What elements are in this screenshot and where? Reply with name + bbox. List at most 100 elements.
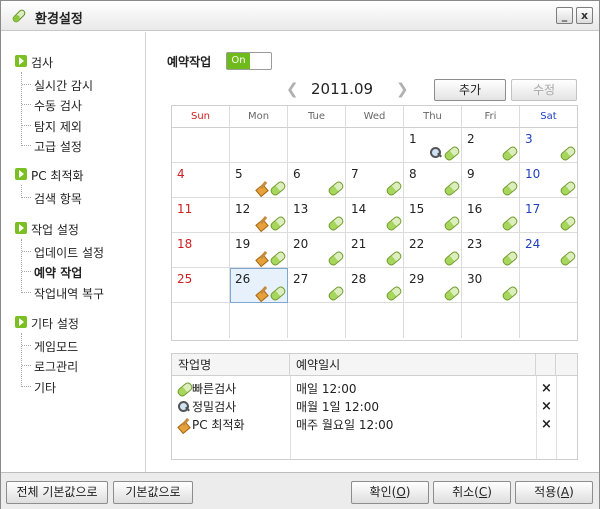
- ok-button[interactable]: 확인(O): [351, 481, 429, 504]
- task-row[interactable]: PC 최적화 매주 월요일 12:00 ×: [172, 416, 577, 434]
- apply-button[interactable]: 적용(A): [515, 481, 593, 504]
- calendar-day[interactable]: [462, 303, 520, 338]
- day-number: 25: [177, 272, 193, 286]
- calendar-day[interactable]: 12: [230, 198, 288, 233]
- calendar-day[interactable]: 19: [230, 233, 288, 268]
- minimize-button[interactable]: _: [556, 7, 573, 24]
- day-number: 29: [409, 272, 425, 286]
- capsule-icon: [560, 251, 573, 264]
- sidebar-item-advanced[interactable]: 고급 설정: [22, 138, 82, 155]
- magnifier-icon: [429, 146, 442, 159]
- calendar-day[interactable]: 23: [462, 233, 520, 268]
- calendar-day[interactable]: 20: [288, 233, 346, 268]
- calendar-day[interactable]: 14: [346, 198, 404, 233]
- calendar-day[interactable]: 25: [172, 268, 230, 303]
- sidebar-item-search-items[interactable]: 검색 항목: [22, 190, 82, 207]
- capsule-icon: [502, 216, 515, 229]
- calendar-day[interactable]: 2: [462, 128, 520, 163]
- calendar-day[interactable]: 11: [172, 198, 230, 233]
- capsule-icon: [502, 251, 515, 264]
- calendar-month: 2011.09: [311, 80, 374, 98]
- reset-all-button[interactable]: 전체 기본값으로: [6, 481, 108, 504]
- calendar-day[interactable]: [520, 268, 577, 303]
- toggle-on-label: On: [227, 53, 250, 69]
- calendar-day[interactable]: 7: [346, 163, 404, 198]
- day-number: 10: [525, 167, 541, 181]
- settings-sidebar: 검사 실시간 감시 수동 검사 탐지 제외 고급 설정 PC 최적화 검색 항목…: [1, 32, 146, 472]
- calendar-day[interactable]: 4: [172, 163, 230, 198]
- calendar-day[interactable]: 26: [230, 268, 288, 303]
- calendar-day[interactable]: 13: [288, 198, 346, 233]
- cancel-button[interactable]: 취소(C): [433, 481, 511, 504]
- calendar-day[interactable]: [288, 128, 346, 163]
- calendar-day[interactable]: [520, 303, 577, 338]
- sidebar-item-scheduled[interactable]: 예약 작업: [21, 264, 82, 281]
- calendar-day[interactable]: 22: [404, 233, 462, 268]
- calendar-day[interactable]: 18: [172, 233, 230, 268]
- calendar-day[interactable]: 3: [520, 128, 577, 163]
- calendar-day[interactable]: 17: [520, 198, 577, 233]
- calendar-day[interactable]: 29: [404, 268, 462, 303]
- edit-button[interactable]: 수정: [511, 79, 577, 101]
- close-button[interactable]: x: [576, 7, 593, 24]
- chevron-left-icon[interactable]: ❮: [286, 80, 299, 98]
- sidebar-item-exclusions[interactable]: 탐지 제외: [22, 118, 82, 135]
- task-row[interactable]: 정밀검사 매월 1일 12:00 ×: [172, 398, 577, 416]
- sidebar-item-misc[interactable]: 기타: [21, 379, 56, 396]
- task-row[interactable]: 빠른검사 매일 12:00 ×: [172, 380, 577, 398]
- calendar-day[interactable]: 5: [230, 163, 288, 198]
- day-number: 13: [293, 202, 309, 216]
- delete-icon[interactable]: ×: [541, 398, 552, 416]
- calendar-day[interactable]: 24: [520, 233, 577, 268]
- calendar-day[interactable]: [404, 303, 462, 338]
- capsule-icon: [328, 286, 341, 299]
- sidebar-item-manual-scan[interactable]: 수동 검사: [22, 97, 82, 114]
- day-number: 16: [467, 202, 483, 216]
- calendar-day[interactable]: [346, 303, 404, 338]
- reset-button[interactable]: 기본값으로: [113, 481, 193, 504]
- schedule-toggle[interactable]: On: [226, 52, 272, 70]
- sidebar-item-game-mode[interactable]: 게임모드: [21, 338, 78, 355]
- calendar-day[interactable]: 15: [404, 198, 462, 233]
- weekday-header: Tue: [288, 106, 346, 128]
- calendar-day[interactable]: [230, 303, 288, 338]
- calendar-day[interactable]: 21: [346, 233, 404, 268]
- scheduled-task-panel: 예약작업 On ❮ 2011.09 ❯ 추가 수정 Sun Mon Tue Wed Th…: [147, 32, 599, 472]
- day-number: 12: [235, 202, 251, 216]
- chevron-right-icon[interactable]: ❯: [396, 80, 409, 98]
- capsule-icon: [386, 216, 399, 229]
- calendar-day[interactable]: 9: [462, 163, 520, 198]
- delete-icon[interactable]: ×: [541, 416, 552, 434]
- calendar-day[interactable]: 10: [520, 163, 577, 198]
- day-number: 6: [293, 167, 301, 181]
- calendar-day[interactable]: [230, 128, 288, 163]
- calendar-day[interactable]: [172, 128, 230, 163]
- weekday-header: Sat: [520, 106, 577, 128]
- capsule-icon: [444, 251, 457, 264]
- day-number: 17: [525, 202, 541, 216]
- capsule-icon: [444, 216, 457, 229]
- calendar-day[interactable]: 30: [462, 268, 520, 303]
- day-number: 14: [351, 202, 367, 216]
- calendar-day[interactable]: [172, 303, 230, 338]
- calendar-day[interactable]: 16: [462, 198, 520, 233]
- calendar-day[interactable]: 1: [404, 128, 462, 163]
- calendar-day[interactable]: 8: [404, 163, 462, 198]
- capsule-icon: [270, 251, 283, 264]
- day-number: 26: [235, 272, 251, 286]
- sidebar-item-restore[interactable]: 작업내역 복구: [21, 285, 104, 302]
- calendar-day[interactable]: [288, 303, 346, 338]
- calendar-day[interactable]: 27: [288, 268, 346, 303]
- settings-window: 환경설정 _ x 검사 실시간 감시 수동 검사 탐지 제외 고급 설정 PC …: [0, 0, 600, 509]
- sidebar-item-realtime[interactable]: 실시간 감시: [21, 77, 93, 94]
- day-number: 8: [409, 167, 417, 181]
- calendar-day[interactable]: 28: [346, 268, 404, 303]
- add-button[interactable]: 추가: [434, 79, 506, 101]
- broom-icon: [255, 286, 268, 299]
- day-number: 23: [467, 237, 483, 251]
- sidebar-item-logs[interactable]: 로그관리: [21, 358, 78, 375]
- calendar-day[interactable]: [346, 128, 404, 163]
- calendar-day[interactable]: 6: [288, 163, 346, 198]
- sidebar-item-update[interactable]: 업데이트 설정: [21, 244, 104, 261]
- delete-icon[interactable]: ×: [541, 380, 552, 398]
